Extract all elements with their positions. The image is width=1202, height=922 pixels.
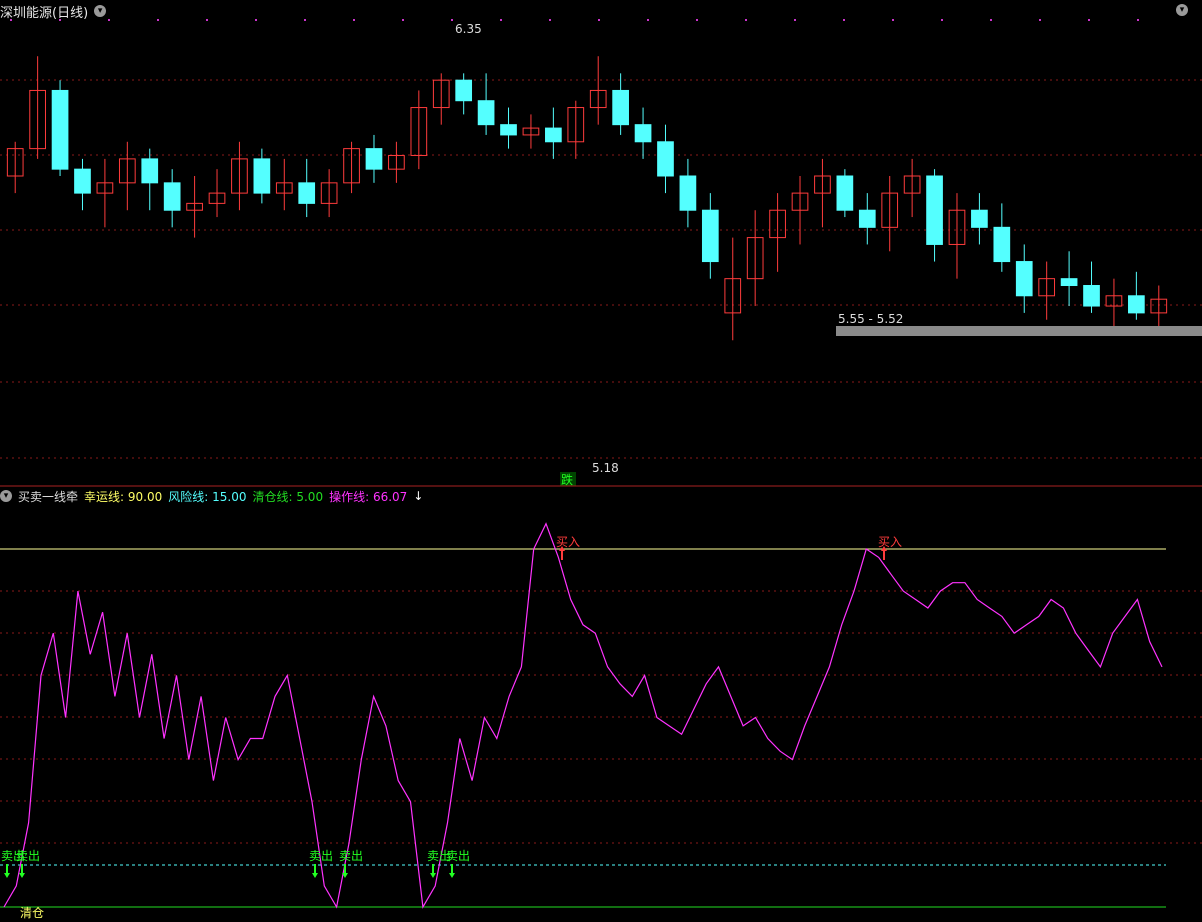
- low-price-label: 5.18: [592, 461, 619, 475]
- date-tick-dot: [696, 19, 698, 21]
- price-panel-header: 深圳能源(日线) ▾: [0, 2, 107, 21]
- candle-down: [836, 175, 854, 211]
- panel-settings-icon[interactable]: ▾: [1176, 4, 1188, 16]
- down-arrow-icon: ↓: [413, 489, 424, 503]
- chart-surface: 6.35 5.18 5.55 - 5.52 跌 买入 买入卖出卖出 卖出 卖出 卖出卖出…: [0, 19, 1202, 920]
- date-tick-dot: [353, 19, 355, 21]
- candle-down: [545, 127, 562, 143]
- date-tick-dot: [451, 19, 453, 21]
- candle-down: [1083, 285, 1100, 307]
- lucky-line-legend: 幸运线: 90.00: [84, 488, 162, 505]
- sell-signal-label: 卖出: [309, 849, 333, 863]
- clear-line-legend: 清仓线: 5.00: [252, 488, 323, 505]
- candle-down: [657, 141, 674, 177]
- indicator-dropdown-icon[interactable]: ▾: [0, 490, 12, 502]
- sell-signal-label: 卖出: [16, 849, 40, 863]
- date-tick-dot: [647, 19, 649, 21]
- candle-down: [679, 175, 697, 211]
- candle-down: [51, 89, 69, 170]
- stock-title: 深圳能源(日线): [0, 5, 89, 21]
- indicator-name[interactable]: 买卖一线牵: [18, 488, 78, 505]
- candle-down: [971, 209, 988, 228]
- date-tick-dot: [745, 19, 747, 21]
- title-dropdown-icon[interactable]: ▾: [94, 5, 107, 17]
- candle-down: [993, 226, 1011, 263]
- signals: 买入 买入卖出卖出 卖出 卖出 卖出卖出清仓: [1, 535, 902, 920]
- candle-down: [858, 209, 876, 228]
- date-tick-dot: [549, 19, 551, 21]
- price-grid: [0, 19, 1202, 459]
- date-tick-dot: [1088, 19, 1090, 21]
- date-tick-dot: [255, 19, 257, 21]
- candle-down: [1015, 261, 1033, 297]
- clear-line-label: 清仓线:: [252, 489, 293, 504]
- sell-signal-arrowhead-icon: [19, 873, 25, 878]
- sell-signal-arrowhead-icon: [430, 873, 436, 878]
- date-tick-dot: [794, 19, 796, 21]
- candle-down: [298, 182, 316, 204]
- candle-down: [634, 124, 652, 143]
- operation-line-legend: 操作线: 66.07: [329, 488, 407, 505]
- candle-down: [253, 158, 271, 194]
- date-tick-dot: [598, 19, 600, 21]
- operation-line: [3, 522, 1163, 909]
- clear-signal-label: 清仓: [20, 906, 44, 920]
- candle-down: [455, 79, 473, 102]
- date-tick-dot: [108, 19, 110, 21]
- candle-down: [500, 124, 517, 136]
- sell-signal-label: 卖出: [446, 849, 470, 863]
- price-annotations: 6.35 5.18 5.55 - 5.52 跌: [455, 22, 1202, 487]
- date-tick-dot: [892, 19, 894, 21]
- high-price-label: 6.35: [455, 22, 482, 36]
- date-tick-dot: [843, 19, 845, 21]
- price-candles: [6, 56, 1168, 341]
- candle-down: [1128, 295, 1145, 314]
- candle-down: [926, 175, 943, 245]
- buy-signal-label: 买入: [878, 535, 902, 549]
- lucky-line-label: 幸运线:: [84, 489, 125, 504]
- resistance-zone-bar: [836, 326, 1202, 336]
- candle-down: [1060, 278, 1078, 287]
- sell-signal-arrowhead-icon: [4, 873, 10, 878]
- candle-down: [477, 100, 495, 126]
- date-tick-dot: [157, 19, 159, 21]
- fall-label: 跌: [561, 472, 573, 487]
- sell-signal-label: 卖出: [339, 849, 363, 863]
- risk-line-label: 风险线:: [168, 489, 209, 504]
- date-tick-dot: [402, 19, 404, 21]
- date-tick-dot: [304, 19, 306, 21]
- risk-line-value: 15.00: [212, 489, 247, 504]
- indicator-panel-header: ▾ 买卖一线牵 幸运线: 90.00 风险线: 15.00 清仓线: 5.00 …: [0, 487, 423, 505]
- candle-down: [365, 148, 383, 170]
- operation-line-value: 66.07: [372, 489, 408, 504]
- date-tick-dot: [1137, 19, 1139, 21]
- candle-down: [163, 182, 181, 211]
- buy-signal-label: 买入: [556, 535, 580, 549]
- candle-down: [612, 89, 629, 126]
- date-tick-dot: [941, 19, 943, 21]
- date-tick-dot: [990, 19, 992, 21]
- risk-line-legend: 风险线: 15.00: [168, 488, 246, 505]
- candle-down: [74, 168, 91, 194]
- clear-line-value: 5.00: [296, 489, 324, 504]
- candle-down: [141, 158, 159, 184]
- lucky-line-value: 90.00: [127, 489, 163, 504]
- date-tick-dot: [500, 19, 502, 21]
- sell-signal-arrowhead-icon: [312, 873, 318, 878]
- date-tick-dot: [1039, 19, 1041, 21]
- sell-signal-arrowhead-icon: [449, 873, 455, 878]
- date-tick-dot: [206, 19, 208, 21]
- resistance-zone-label: 5.55 - 5.52: [838, 312, 903, 326]
- operation-line-label: 操作线:: [329, 489, 370, 504]
- candle-down: [701, 209, 719, 263]
